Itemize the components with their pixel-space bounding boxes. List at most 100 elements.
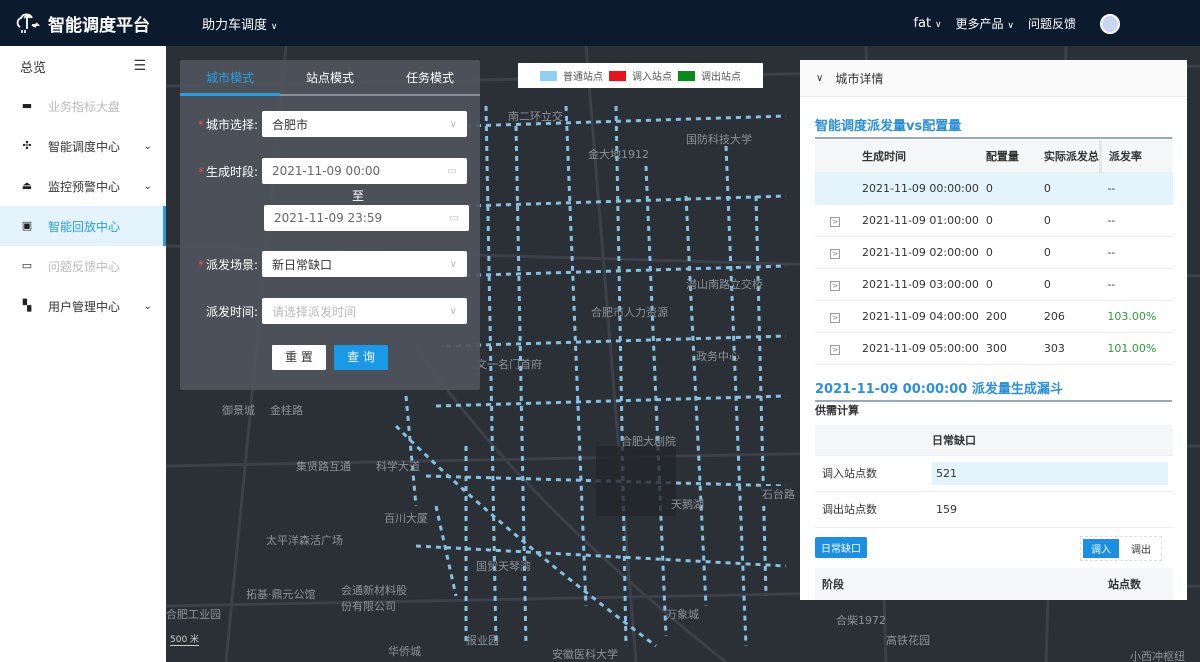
map-label: 南二环立交	[508, 110, 563, 123]
column-header: 站点数	[1108, 578, 1141, 591]
expand-icon[interactable]: >	[830, 216, 840, 227]
funnel-title: 2021-11-09 00:00:00 派发量生成漏斗	[815, 378, 1172, 402]
chevron-down-icon: ∨	[449, 305, 457, 317]
alarm-icon: ⏏	[21, 179, 33, 192]
dispatch-time-select[interactable]: 请选择派发时间 ∨	[262, 298, 467, 324]
map-label: 国贸天琴湾	[476, 560, 531, 573]
cell-actual: 0	[1036, 204, 1101, 237]
legend-swatch-normal	[540, 70, 557, 81]
start-time-input[interactable]: 2021-11-09 00:00 ▭	[262, 158, 467, 184]
legend-swatch-in	[609, 70, 626, 81]
chevron-down-icon: ∨	[449, 258, 457, 270]
map-scale: 500 米	[170, 632, 200, 646]
cell-rate: 101.00%	[1100, 332, 1173, 365]
to-label: 至	[352, 189, 365, 203]
stage-table-header: 阶段 站点数	[815, 568, 1173, 600]
sidebar: 总览 ☰ ▬ 业务指标大盘 ✣ 智能调度中心 ⌄ ⏏ 监控预警中心 ⌄ ▣ 智能回放中心 ▭ 问…	[0, 46, 166, 662]
env-dropdown[interactable]: fat ∨	[913, 16, 941, 31]
cell-rate: --	[1100, 236, 1173, 269]
filter-panel: 城市模式 站点模式 任务模式 * 城市选择: 合肥市 ∨ * 生成时段: 2021-11-…	[180, 60, 480, 390]
out-count-value: 159	[925, 491, 1173, 528]
sidebar-item-label: 智能调度中心	[48, 139, 121, 154]
cell-rate: 103.00%	[1100, 300, 1173, 333]
sidebar-item-feedback[interactable]: ▭ 问题反馈中心	[0, 246, 166, 286]
cell-config: 0	[978, 172, 1037, 205]
sidebar-item-label: 问题反馈中心	[48, 259, 121, 274]
tab-city-mode[interactable]: 城市模式	[180, 60, 280, 96]
expand-icon[interactable]: >	[830, 312, 840, 323]
sidebar-item-monitor[interactable]: ⏏ 监控预警中心 ⌄	[0, 166, 166, 206]
map-label: 文一名门首府	[476, 358, 542, 371]
expand-icon[interactable]: >	[830, 248, 840, 259]
map-label: 国防科技大学	[686, 133, 752, 146]
row-label: 调出站点数	[815, 491, 925, 528]
sidebar-item-label: 监控预警中心	[48, 179, 121, 194]
city-select[interactable]: 合肥市 ∨	[262, 111, 467, 137]
product-dropdown[interactable]: 助力车调度 ∨	[198, 14, 277, 33]
env-label: fat	[913, 15, 932, 31]
chevron-down-icon: ∨	[270, 21, 278, 32]
calendar-icon: ▭	[447, 165, 457, 177]
legend-label: 调出站点	[701, 72, 741, 83]
map-label: 万象城	[666, 608, 699, 621]
tab-task-mode[interactable]: 任务模式	[380, 60, 480, 94]
sidebar-item-metrics[interactable]: ▬ 业务指标大盘	[0, 86, 166, 126]
row-label: 调入站点数	[815, 455, 925, 492]
cell-config: 0	[978, 236, 1037, 269]
menu-collapse-icon[interactable]: ☰	[133, 58, 146, 74]
query-button[interactable]: 查 询	[334, 345, 388, 370]
column-header: 生成时间	[855, 140, 979, 173]
calendar-icon: ▭	[449, 212, 459, 224]
map-label: 拓基·鼎元公馆	[246, 588, 316, 601]
expand-icon[interactable]: >	[830, 280, 840, 291]
table-row[interactable]: 2021-11-09 00:00:00 0 0 --	[815, 172, 1173, 205]
more-products-dropdown[interactable]: 更多产品 ∨	[956, 15, 1014, 32]
cell-time: 2021-11-09 04:00:00	[855, 300, 979, 333]
table-row[interactable]: >2021-11-09 03:00:00 0 0 --	[815, 268, 1173, 301]
table-row[interactable]: >2021-11-09 01:00:00 0 0 --	[815, 204, 1173, 237]
sidebar-item-dispatch[interactable]: ✣ 智能调度中心 ⌄	[0, 126, 166, 166]
in-count-value: 521	[932, 461, 1168, 485]
feedback-link[interactable]: 问题反馈	[1028, 15, 1076, 32]
reset-button[interactable]: 重 置	[272, 345, 326, 370]
chevron-down-icon: ∨	[816, 72, 824, 84]
required-mark: *	[197, 164, 204, 179]
scene-select[interactable]: 新日常缺口 ∨	[262, 251, 467, 277]
map-label: 高铁花园	[886, 634, 930, 647]
supply-table: 日常缺口 调入站点数 521 调出站点数 159	[815, 425, 1173, 528]
panel-header[interactable]: ∨ 城市详情	[800, 60, 1187, 97]
sidebar-item-users[interactable]: ▚ 用户管理中心 ⌄	[0, 286, 166, 326]
map-label: 合肥工业园	[166, 608, 221, 621]
column-header: 派发率	[1100, 140, 1173, 173]
table-row: 调出站点数 159	[815, 491, 1173, 528]
table-row[interactable]: >2021-11-09 04:00:00 200 206 103.00%	[815, 300, 1173, 333]
map-label: 潜山南路立交桥	[686, 278, 763, 291]
map-label: 科学大道	[376, 460, 420, 473]
map-label: 政务中心	[696, 350, 740, 363]
map-label: 华侨城	[388, 645, 421, 658]
logo[interactable]: 智能调度平台	[14, 11, 180, 36]
users-icon: ▚	[22, 299, 32, 312]
avatar[interactable]	[1100, 14, 1120, 34]
end-time-input[interactable]: 2021-11-09 23:59 ▭	[264, 205, 469, 231]
toggle-in-button[interactable]: 调入	[1083, 539, 1119, 558]
column-header: 阶段	[822, 578, 844, 591]
table-row[interactable]: >2021-11-09 05:00:00 300 303 101.00%	[815, 332, 1173, 365]
more-products-label: 更多产品	[955, 16, 1004, 31]
map-label: 太平洋森活广场	[266, 534, 343, 547]
sidebar-item-label: 智能回放中心	[48, 219, 121, 234]
city-label: 城市选择:	[205, 117, 258, 132]
tab-station-mode[interactable]: 站点模式	[280, 60, 380, 94]
table-row: 调入站点数 521	[815, 455, 1173, 492]
column-header: 实际派发总	[1036, 140, 1102, 173]
column-header: 配置量	[978, 140, 1037, 173]
table-row[interactable]: >2021-11-09 02:00:00 0 0 --	[815, 236, 1173, 269]
chevron-down-icon: ∨	[934, 19, 942, 30]
expand-icon[interactable]: >	[830, 344, 840, 355]
map-label: 会通新材料股份有限公司	[341, 584, 407, 613]
dispatch-time-placeholder: 请选择派发时间	[272, 304, 357, 319]
sidebar-item-replay[interactable]: ▣ 智能回放中心	[0, 206, 166, 246]
map-label: 百川大厦	[384, 512, 428, 525]
scene-tag-button[interactable]: 日常缺口	[815, 537, 867, 558]
toggle-out-button[interactable]: 调出	[1123, 539, 1159, 558]
